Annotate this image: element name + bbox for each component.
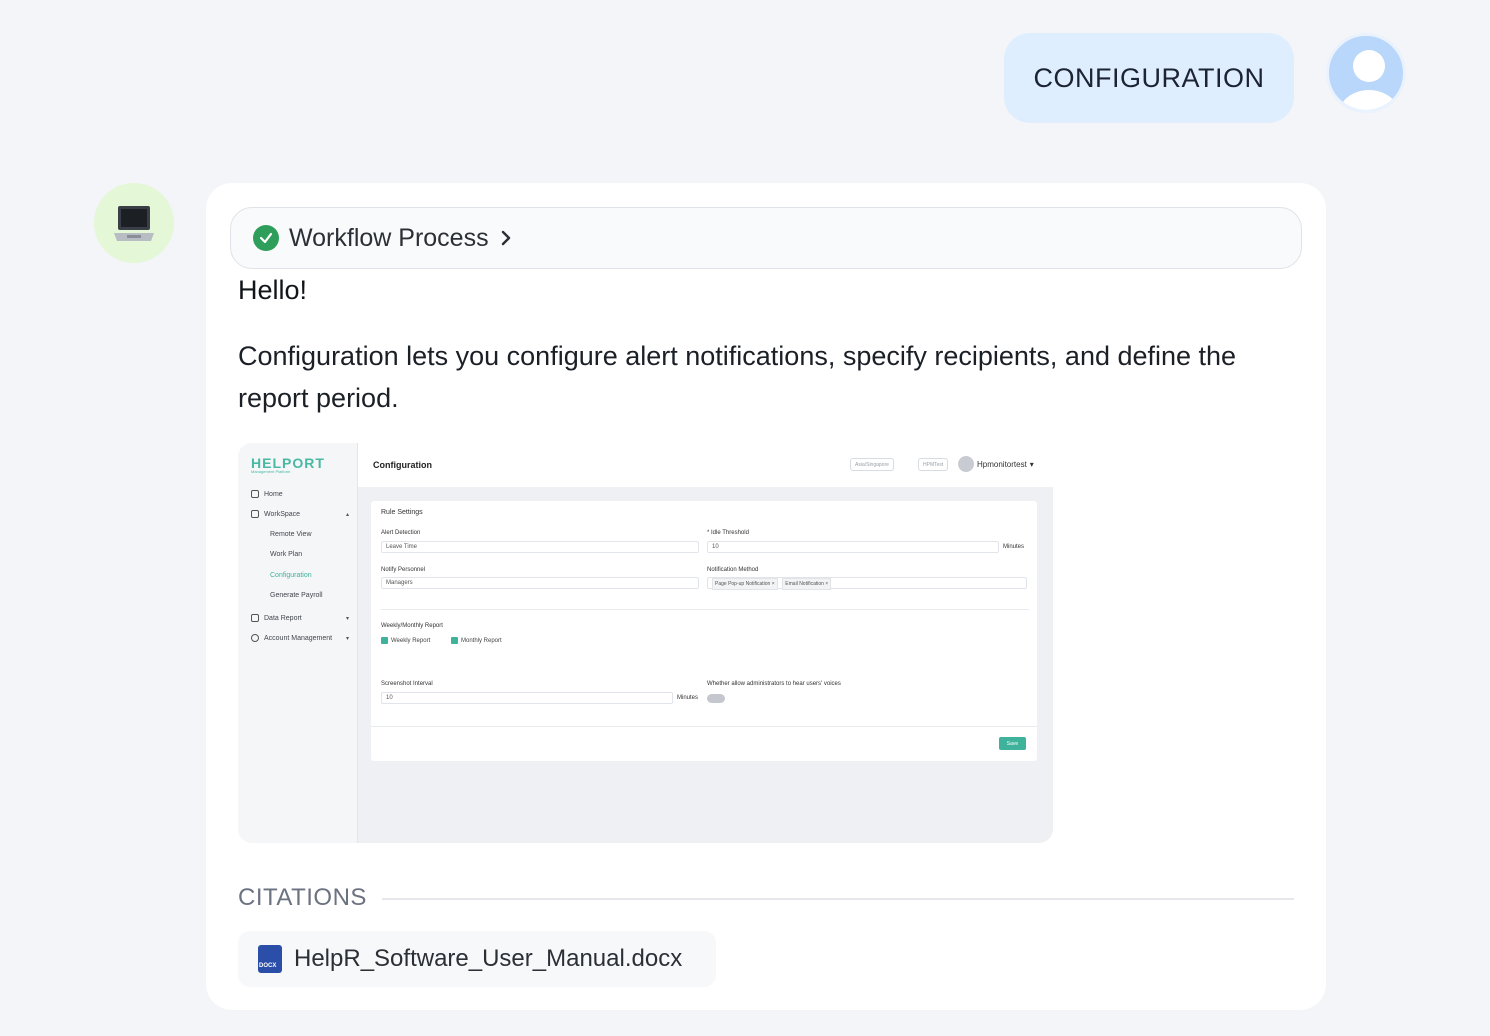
home-icon [251,490,259,498]
nav-account-management: Account Management [251,634,332,642]
docx-file-icon: DOCX [258,945,282,973]
laptop-icon [114,206,154,241]
rule-settings-title: Rule Settings [381,509,423,516]
rule-settings-panel: Rule Settings Alert Detection Leave Time… [371,501,1037,761]
voice-permission-toggle [707,694,725,703]
notification-method-tag: Page Pop-up Notification × [712,578,778,590]
citations-divider [382,898,1294,900]
citation-file[interactable]: DOCX HelpR_Software_User_Manual.docx [238,931,716,987]
screenshot-user-menu: Hpmonitortest ▾ [958,456,1034,472]
chevron-down-icon: ▾ [346,616,350,622]
workflow-process-label: Workflow Process [289,223,489,252]
citations-title: CITATIONS [238,884,367,911]
helport-logo-subtitle: Management Platform [251,469,291,474]
nav-work-plan: Work Plan [270,551,303,558]
screenshot-interval-select: 10 [381,692,673,704]
description-text: Configuration lets you configure alert n… [238,341,1237,413]
user-avatar-icon [1326,33,1406,113]
notify-personnel-label: Notify Personnel [381,567,426,573]
report-icon [251,614,259,622]
checkbox-checked-icon [381,637,388,644]
configuration-screenshot[interactable]: HELPORT Management Platform Home WorkSpa… [238,443,1053,843]
idle-threshold-unit: Minutes [1003,544,1025,550]
nav-workspace-label: WorkSpace [264,510,301,518]
monitor-icon [251,510,259,518]
idle-threshold-label: * Idle Threshold [707,530,749,536]
nav-workspace: WorkSpace [251,510,300,518]
screenshot-page-title: Configuration [373,460,432,470]
greeting-text: Hello! [238,275,308,305]
save-button: Save [999,737,1026,750]
alert-detection-label: Alert Detection [381,530,421,536]
check-circle-icon [253,225,279,251]
nav-configuration: Configuration [270,572,312,579]
workflow-process-toggle[interactable]: Workflow Process [230,207,1302,269]
monthly-report-label: Monthly Report [461,637,502,644]
docx-icon-text: DOCX [259,963,277,969]
alert-detection-select: Leave Time [381,541,699,553]
bot-message-card: Workflow Process Hello! Configuration le… [206,183,1326,1010]
chevron-down-icon: ▾ [346,636,350,642]
nav-generate-payroll: Generate Payroll [270,592,323,599]
screenshot-sidebar: HELPORT Management Platform Home WorkSpa… [238,443,358,843]
chevron-right-icon [501,230,510,246]
screenshot-interval-label: Screenshot Interval [381,681,433,687]
nav-data-report-label: Data Report [264,614,302,622]
bot-avatar [94,183,174,263]
nav-home-label: Home [264,490,283,498]
screenshot-header: Configuration Asia/Singapore HPMTest Hpm… [358,443,1053,487]
timezone-pill: Asia/Singapore [850,458,894,471]
user-message-bubble: CONFIGURATION [1004,33,1294,123]
nav-remote-view: Remote View [270,531,312,538]
notification-method-select: Page Pop-up Notification × Email Notific… [707,577,1027,590]
checkbox-checked-icon [451,637,458,644]
chevron-up-icon: ▴ [346,512,350,518]
tenant-pill: HPMTest [918,458,949,471]
user-message-text: CONFIGURATION [1033,62,1265,93]
notify-personnel-select: Managers [381,577,699,589]
divider [381,609,1029,610]
screenshot-interval-unit: Minutes [677,695,699,701]
nav-data-report: Data Report [251,614,302,622]
citation-file-name: HelpR_Software_User_Manual.docx [294,945,683,972]
nav-home: Home [251,490,283,498]
weekly-report-label: Weekly Report [391,637,431,644]
person-icon [251,634,259,642]
weekly-report-checkbox: Weekly Report [381,637,430,644]
idle-threshold-input: 10 [707,541,999,553]
report-label: Weekly/Monthly Report [381,623,443,629]
voice-permission-label: Whether allow administrators to hear use… [707,681,841,687]
avatar [958,456,974,472]
divider [371,726,1037,727]
monthly-report-checkbox: Monthly Report [451,637,502,644]
screenshot-username: Hpmonitortest [977,459,1027,469]
notification-method-tag: Email Notification × [782,578,832,590]
nav-account-management-label: Account Management [264,634,333,642]
chevron-down-icon: ▾ [1029,459,1034,469]
notification-method-label: Notification Method [707,567,759,573]
